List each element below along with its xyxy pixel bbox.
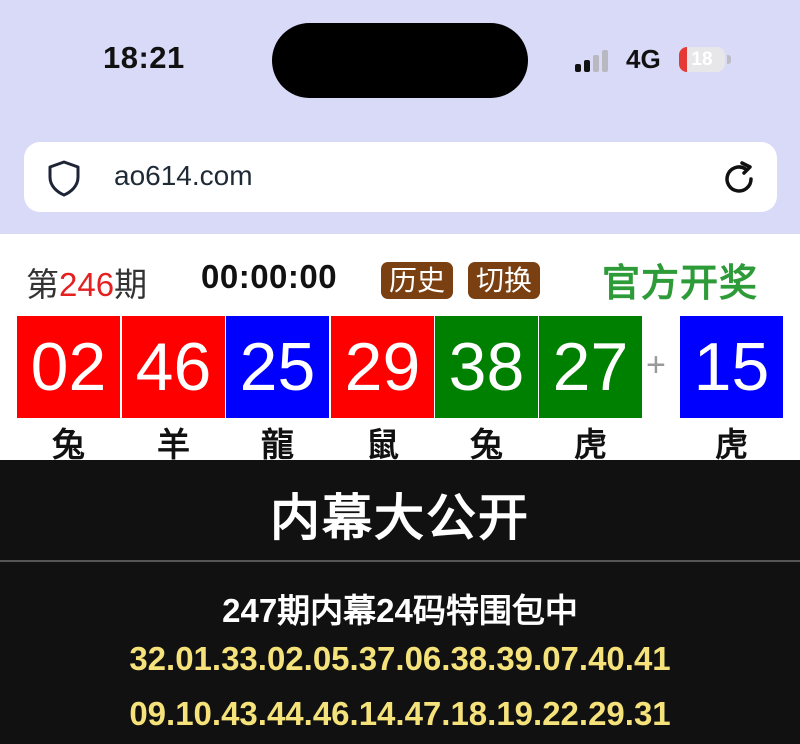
issue-suffix: 期: [114, 266, 148, 303]
network-type: 4G: [626, 44, 661, 74]
ball-zodiac: 虎: [574, 426, 607, 463]
history-button[interactable]: 历史: [381, 262, 454, 299]
ball-zodiac: 兔: [470, 426, 503, 463]
draw-ball: 27: [539, 316, 642, 418]
plus-sign: +: [646, 346, 666, 384]
issue-number: 246: [59, 266, 115, 303]
special-ball: 15: [680, 316, 783, 418]
shield-icon[interactable]: [44, 158, 84, 198]
ball-zodiac: 龍: [261, 426, 294, 463]
draw-ball: 02: [17, 316, 120, 418]
draw-ball: 46: [122, 316, 225, 418]
divider: [0, 560, 800, 562]
ball-zodiac: 羊: [157, 426, 190, 463]
countdown: 00:00:00: [201, 258, 338, 295]
url-text[interactable]: ao614.com: [114, 160, 253, 192]
draw-ball: 38: [435, 316, 538, 418]
official-draw-link[interactable]: 官方开奖: [602, 252, 758, 307]
draw-ball: 29: [331, 316, 434, 418]
battery-icon: 18: [679, 47, 725, 72]
issue-label: 第246期: [26, 258, 147, 306]
ball-zodiac: 鼠: [366, 426, 399, 463]
special-zodiac: 虎: [715, 426, 748, 463]
status-time: 18:21: [103, 40, 185, 75]
banner-title: 内幕大公开: [270, 490, 530, 546]
reload-icon[interactable]: [718, 158, 760, 200]
battery-percent: 18: [691, 49, 713, 70]
draw-ball: 25: [226, 316, 329, 418]
dynamic-island: [272, 23, 528, 98]
prediction-numbers-line1: 32.01.33.02.05.37.06.38.39.07.40.41: [129, 640, 671, 677]
prediction-numbers-line2: 09.10.43.44.46.14.47.18.19.22.29.31: [129, 695, 671, 732]
issue-prefix: 第: [26, 266, 59, 303]
prediction-subtitle: 247期内幕24码特围包中: [222, 592, 578, 629]
battery-tip: [727, 55, 731, 64]
signal-icon: [575, 50, 615, 72]
ball-zodiac: 兔: [52, 426, 85, 463]
switch-button[interactable]: 切换: [468, 262, 541, 299]
